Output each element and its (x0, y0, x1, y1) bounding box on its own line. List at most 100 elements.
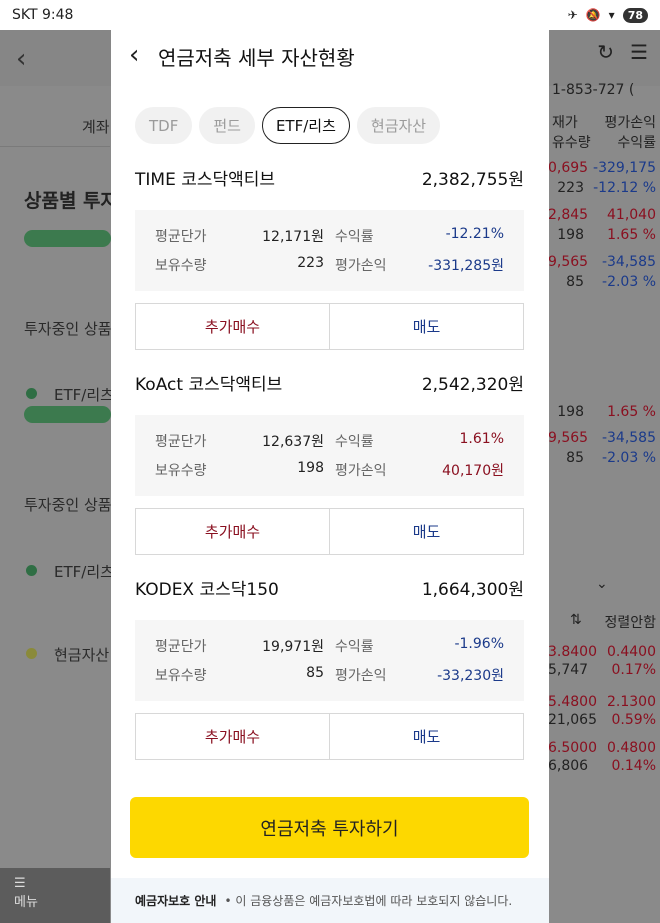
asset-tabs: TDF 펀드 ETF/리츠 현금자산 (135, 107, 441, 144)
bg-cell: 9,565 (548, 430, 589, 446)
tab-etf-reits[interactable]: ETF/리츠 (261, 107, 350, 144)
refresh-icon: ↻ (597, 40, 615, 64)
status-bar: SKT 9:48 ✈ 🔕 ▾ 78 (0, 0, 660, 30)
background-toolbar: ↻ ☰ (597, 40, 648, 64)
bg-cell: 1.65 % (607, 227, 656, 243)
bg-cell: 0,695 (548, 160, 589, 176)
avg-price-value: 12,171원 (262, 229, 324, 245)
product-amount: 2,542,320원 (421, 375, 524, 395)
bg-menu-label: 메뉴 (14, 895, 38, 910)
tab-tdf[interactable]: TDF (135, 107, 193, 144)
sort-icon: ⇅ (570, 612, 582, 628)
bg-cell: 9,565 (548, 254, 589, 270)
chevron-down-icon: ⌄ (596, 576, 608, 592)
avg-price-label: 평균단가 (155, 229, 207, 245)
bg-cash-item: 현금자산 (54, 646, 110, 664)
bg-cell: -34,585 (601, 430, 656, 446)
pnl-value: -33,230원 (437, 668, 504, 684)
bg-quote: 21,065 (548, 712, 597, 728)
product-card: KoAct 코스닥액티브 2,542,320원 평균단가 12,637원 수익률… (135, 370, 524, 555)
bg-bottom-menu: ☰ 메뉴 (0, 868, 110, 923)
bg-col2-h2: 수익률 (617, 135, 656, 151)
additional-buy-button[interactable]: 추가매수 (135, 303, 330, 350)
quantity-label: 보유수량 (155, 258, 207, 274)
bg-cell: -2.03 % (602, 274, 656, 290)
bg-progress-bar-2 (24, 406, 111, 423)
avg-price-label: 평균단가 (155, 434, 207, 450)
notice-text: • 이 금융상품은 예금자보호법에 따라 보호되지 않습니다. (224, 894, 513, 908)
bg-cell: -34,585 (601, 254, 656, 270)
pnl-label: 평가손익 (335, 668, 387, 684)
bg-account-tab: 계좌 (82, 118, 110, 136)
additional-buy-button[interactable]: 추가매수 (135, 713, 330, 760)
avg-price-value: 12,637원 (262, 434, 324, 450)
return-rate-value: 1.61% (459, 431, 504, 447)
bg-cell: 1.65 % (607, 404, 656, 420)
bg-divider (0, 146, 110, 147)
modal-header: ‹ 연금저축 세부 자산현황 (111, 30, 549, 86)
sell-button[interactable]: 매도 (330, 713, 524, 760)
bg-account-no: 1-853-727 ( (552, 82, 635, 98)
product-name: KoAct 코스닥액티브 (135, 375, 283, 395)
bg-quote: 6,806 (548, 758, 589, 774)
return-rate-label: 수익률 (335, 229, 374, 245)
pension-invest-button[interactable]: 연금저축 투자하기 (130, 797, 529, 858)
modal-title: 연금저축 세부 자산현황 (158, 46, 355, 70)
sell-button[interactable]: 매도 (330, 508, 524, 555)
bg-dot-green-2 (26, 565, 37, 576)
return-rate-label: 수익률 (335, 434, 374, 450)
quantity-value: 85 (306, 665, 324, 681)
product-card: KODEX 코스닥150 1,664,300원 평균단가 19,971원 수익률… (135, 575, 524, 760)
tab-cash[interactable]: 현금자산 (356, 107, 441, 144)
bg-sort-label: 정렬안함 (604, 615, 656, 631)
background-back-icon: ‹ (16, 44, 27, 74)
bg-cell: -329,175 (593, 160, 656, 176)
product-name: KODEX 코스닥150 (135, 580, 279, 600)
bg-quote: 3.8400 (548, 644, 597, 660)
bg-cell: 85 (566, 450, 584, 466)
bg-section-title: 상품별 투자 (24, 190, 119, 212)
bg-col1-h2: 유수량 (552, 135, 591, 151)
avg-price-value: 19,971원 (262, 639, 324, 655)
return-rate-label: 수익률 (335, 639, 374, 655)
battery-icon: 78 (622, 7, 648, 23)
bg-col2-h1: 평가손익 (604, 115, 656, 131)
bg-cell: 198 (557, 227, 584, 243)
bg-cell: 41,040 (607, 207, 656, 223)
bg-quote: 6.5000 (548, 740, 597, 756)
notice-title: 예금자보호 안내 (135, 894, 217, 908)
product-amount: 1,664,300원 (421, 580, 524, 600)
bg-cell: -2.03 % (602, 450, 656, 466)
product-amount: 2,382,755원 (421, 170, 524, 190)
pnl-label: 평가손익 (335, 463, 387, 479)
bg-cell: 223 (557, 180, 584, 196)
bg-cell: 85 (566, 274, 584, 290)
tab-fund[interactable]: 펀드 (199, 107, 255, 144)
quantity-value: 198 (297, 460, 324, 476)
bg-etf-item-2: ETF/리츠 (54, 563, 114, 581)
product-detail-box: 평균단가 12,171원 수익률 -12.21% 보유수량 223 평가손익 -… (135, 210, 524, 291)
bg-quote: 0.4400 (607, 644, 656, 660)
bg-quote: 0.17% (611, 662, 656, 678)
product-detail-box: 평균단가 12,637원 수익률 1.61% 보유수량 198 평가손익 40,… (135, 415, 524, 496)
product-detail-box: 평균단가 19,971원 수익률 -1.96% 보유수량 85 평가손익 -33… (135, 620, 524, 701)
carrier-time: SKT 9:48 (12, 7, 74, 23)
quantity-label: 보유수량 (155, 463, 207, 479)
sell-button[interactable]: 매도 (330, 303, 524, 350)
bg-dot-olive (26, 648, 37, 659)
bg-quote: 0.4800 (607, 740, 656, 756)
pnl-value: 40,170원 (442, 463, 504, 479)
wifi-icon: ▾ (608, 8, 615, 22)
return-rate-value: -1.96% (454, 636, 504, 652)
bg-quote: 0.14% (611, 758, 656, 774)
bg-quote: 5,747 (548, 662, 589, 678)
bg-cell: 198 (557, 404, 584, 420)
deposit-protection-notice: 예금자보호 안내 • 이 금융상품은 예금자보호법에 따라 보호되지 않습니다. (111, 878, 549, 923)
bg-quote: 2.1300 (607, 694, 656, 710)
bg-cell: 2,845 (548, 207, 589, 223)
product-card: TIME 코스닥액티브 2,382,755원 평균단가 12,171원 수익률 … (135, 165, 524, 350)
additional-buy-button[interactable]: 추가매수 (135, 508, 330, 555)
pnl-label: 평가손익 (335, 258, 387, 274)
bg-investing-1: 투자중인 상품 (24, 320, 112, 338)
back-button[interactable]: ‹ (129, 40, 139, 70)
